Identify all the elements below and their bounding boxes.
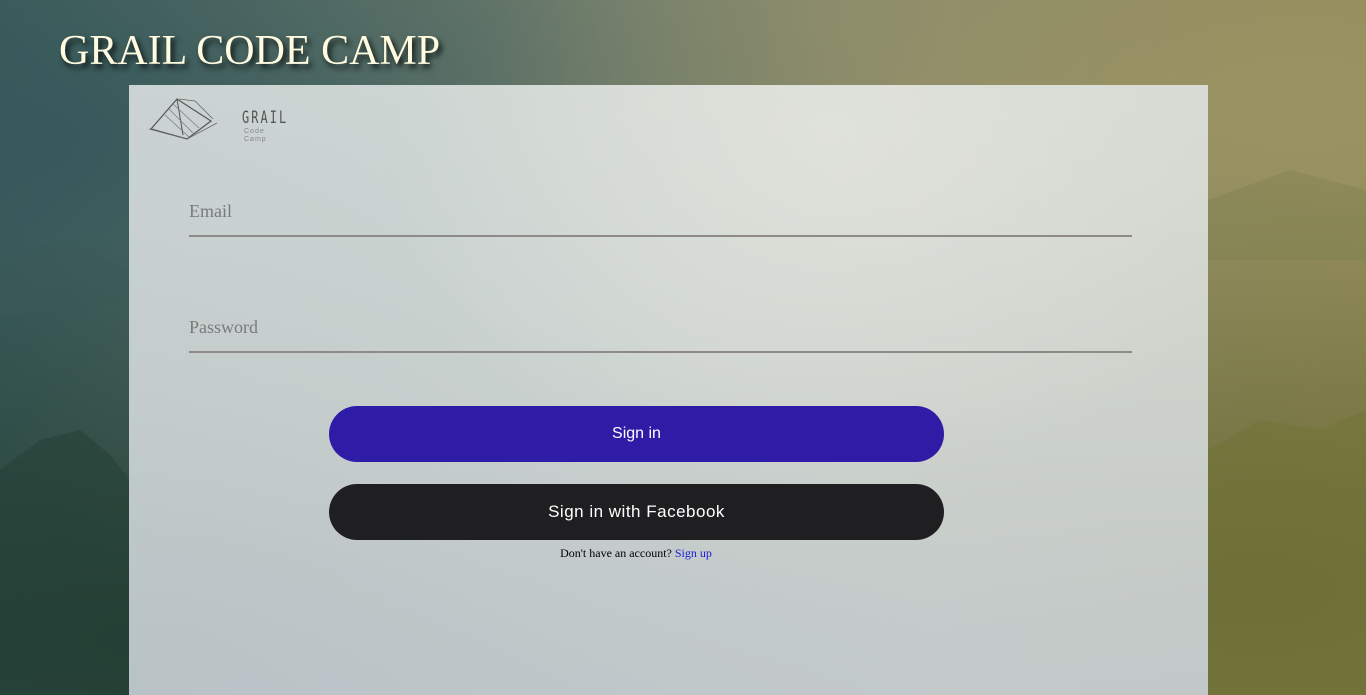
- signup-prompt-text: Don't have an account?: [560, 546, 672, 560]
- sign-up-link[interactable]: Sign up: [675, 546, 712, 560]
- email-input[interactable]: [189, 187, 1132, 235]
- login-page: { "site": { "title": "GRAIL CODE CAMP" }…: [0, 0, 1366, 695]
- tent-icon: [148, 98, 218, 140]
- sign-in-button[interactable]: Sign in: [329, 406, 944, 462]
- site-title: GRAIL CODE CAMP: [59, 28, 441, 74]
- password-input[interactable]: [189, 303, 1132, 351]
- brand-logo[interactable]: GRAIL Code Camp: [148, 95, 286, 143]
- facebook-sign-in-button[interactable]: Sign in with Facebook: [329, 484, 944, 540]
- logo-subtitle: Code Camp: [244, 128, 267, 143]
- email-field-wrapper: [189, 187, 1132, 237]
- signup-prompt: Don't have an account? Sign up: [129, 546, 1143, 561]
- login-card: GRAIL Code Camp Sign in Sign in with Fac…: [129, 85, 1208, 695]
- password-field-wrapper: [189, 303, 1132, 353]
- logo-wordmark: GRAIL: [242, 108, 289, 128]
